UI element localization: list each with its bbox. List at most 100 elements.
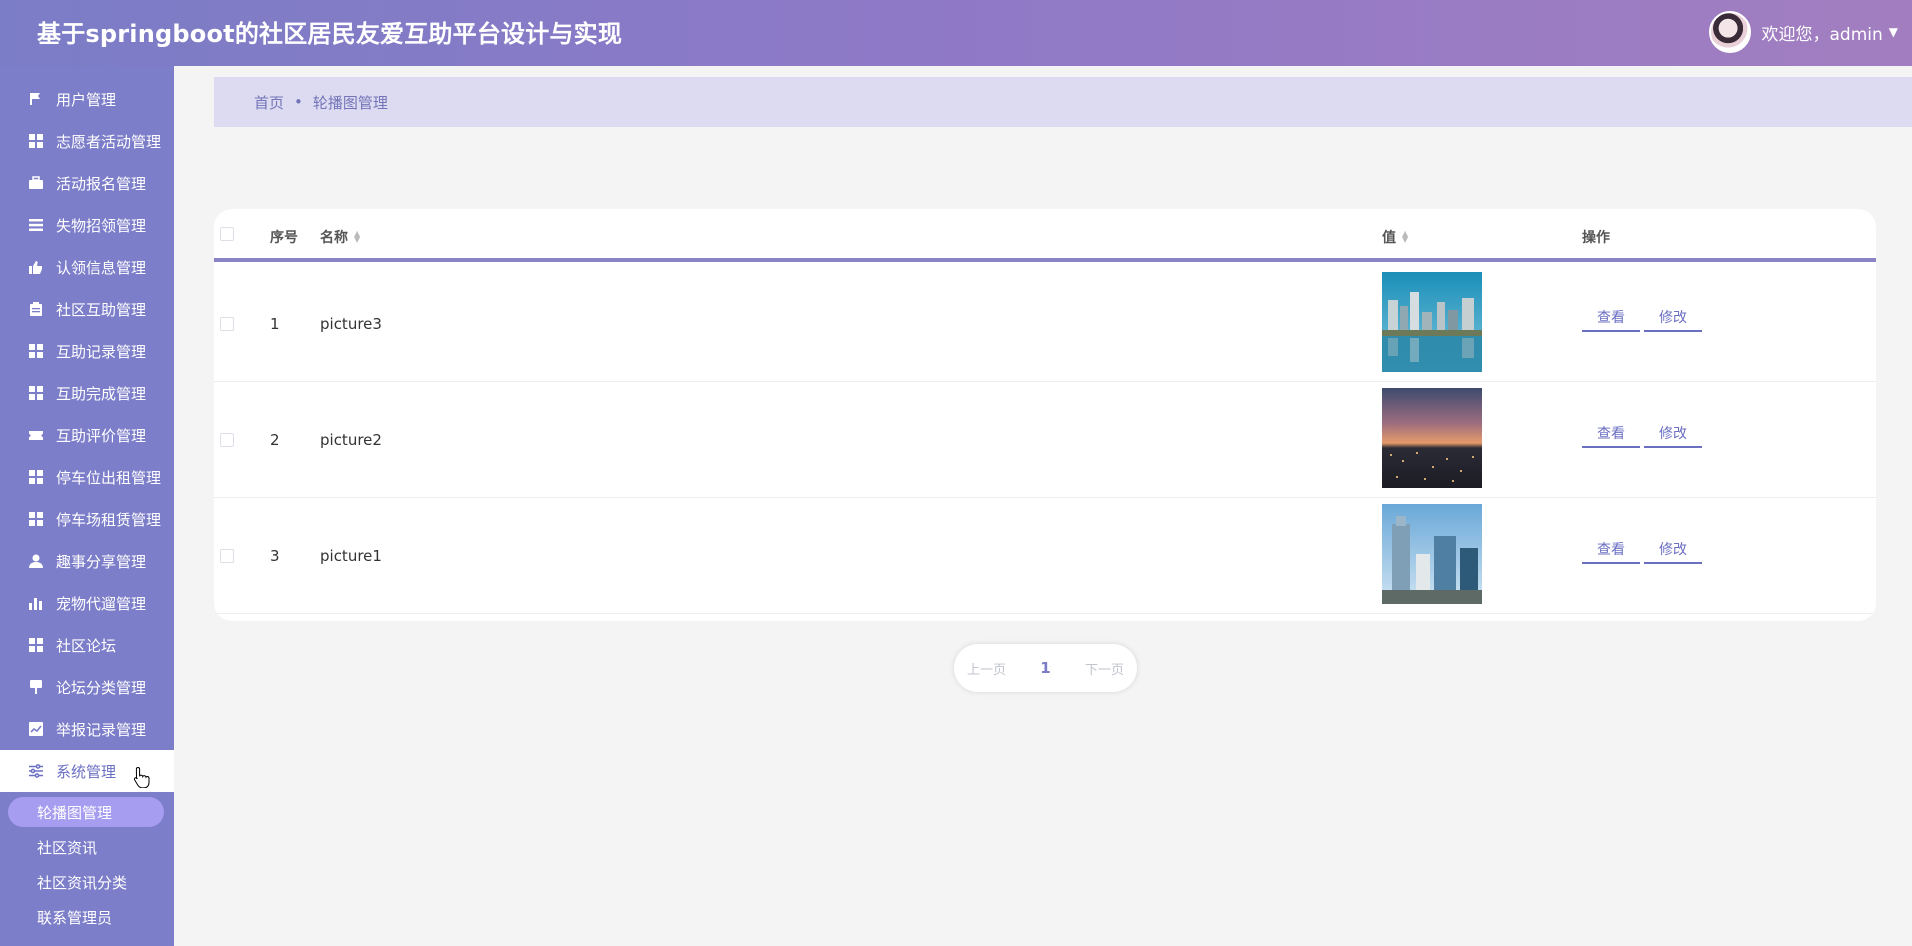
thumbs-up-icon — [28, 259, 44, 275]
column-index: 序号 — [270, 230, 298, 246]
sidebar-item-claim-info[interactable]: 认领信息管理 — [0, 246, 174, 288]
page-number-1[interactable]: 1 — [1040, 659, 1050, 677]
table-row: 1 picture3 查看 修改 — [214, 266, 1876, 382]
sidebar-item-parking-lease[interactable]: 停车场租赁管理 — [0, 498, 174, 540]
sidebar-item-label: 趣事分享管理 — [56, 552, 147, 571]
row-index: 2 — [270, 430, 280, 449]
breadcrumb: 首页 • 轮播图管理 — [214, 77, 1912, 127]
edit-button[interactable]: 修改 — [1644, 536, 1702, 564]
sidebar-subitem-news-category[interactable]: 社区资讯分类 — [8, 867, 164, 897]
bar-chart-icon — [28, 595, 44, 611]
sidebar-item-user[interactable]: 用户管理 — [0, 78, 174, 120]
sidebar: 用户管理 志愿者活动管理 活动报名管理 失物招领管理 认领信息管理 社区互助管理… — [0, 66, 174, 946]
sidebar-subitem-carousel[interactable]: 轮播图管理 — [8, 797, 164, 827]
clipboard-icon — [28, 301, 44, 317]
sidebar-item-label: 社区论坛 — [56, 636, 117, 655]
user-menu[interactable]: 欢迎您，admin ▼ — [1709, 10, 1898, 54]
sidebar-subitem-community-news[interactable]: 社区资讯 — [8, 832, 164, 862]
ticket-icon — [28, 427, 44, 443]
table-header: 序号 名称 ▲ ▼ 值 ▲ ▼ 操作 — [214, 209, 1876, 262]
trend-chart-icon — [28, 721, 44, 737]
edit-button[interactable]: 修改 — [1644, 420, 1702, 448]
sidebar-item-parking-rent-out[interactable]: 停车位出租管理 — [0, 456, 174, 498]
sidebar-item-label: 失物招领管理 — [56, 216, 147, 235]
sidebar-item-volunteer-activity[interactable]: 志愿者活动管理 — [0, 120, 174, 162]
row-name: picture1 — [320, 546, 382, 565]
row-index: 1 — [270, 314, 280, 333]
table-row: 2 picture2 查看 修改 — [214, 382, 1876, 498]
sidebar-item-help-complete[interactable]: 互助完成管理 — [0, 372, 174, 414]
avatar[interactable] — [1709, 11, 1752, 53]
grid-icon — [28, 511, 44, 527]
sidebar-item-label: 互助完成管理 — [56, 384, 147, 403]
sidebar-item-help-record[interactable]: 互助记录管理 — [0, 330, 174, 372]
sidebar-item-report-record[interactable]: 举报记录管理 — [0, 708, 174, 750]
next-page-button[interactable]: 下一页 — [1085, 659, 1124, 678]
sidebar-item-pet-walking[interactable]: 宠物代遛管理 — [0, 582, 174, 624]
sidebar-item-activity-signup[interactable]: 活动报名管理 — [0, 162, 174, 204]
sidebar-item-community-help[interactable]: 社区互助管理 — [0, 288, 174, 330]
edit-button[interactable]: 修改 — [1644, 304, 1702, 332]
sort-icon[interactable]: ▲ ▼ — [1402, 230, 1408, 244]
sidebar-item-label: 论坛分类管理 — [56, 678, 147, 697]
view-button[interactable]: 查看 — [1582, 304, 1640, 332]
grid-icon — [28, 343, 44, 359]
sidebar-item-label: 用户管理 — [56, 90, 117, 109]
sidebar-item-label: 互助评价管理 — [56, 426, 147, 445]
row-name: picture3 — [320, 314, 382, 333]
column-action: 操作 — [1582, 230, 1610, 246]
sidebar-item-label: 停车场租赁管理 — [56, 510, 162, 529]
grid-icon — [28, 385, 44, 401]
grid-icon — [28, 133, 44, 149]
sidebar-item-label: 志愿者活动管理 — [56, 132, 162, 151]
pagination: 上一页 1 下一页 — [954, 644, 1137, 692]
row-checkbox[interactable] — [220, 316, 234, 331]
breadcrumb-separator: • — [294, 93, 303, 111]
column-name[interactable]: 名称 ▲ ▼ — [320, 227, 360, 247]
user-icon — [28, 553, 44, 569]
prev-page-button[interactable]: 上一页 — [967, 659, 1006, 678]
grid-icon — [28, 637, 44, 653]
sidebar-item-label: 互助记录管理 — [56, 342, 147, 361]
caret-down-icon[interactable]: ▼ — [1889, 25, 1898, 39]
list-icon — [28, 217, 44, 233]
sort-icon[interactable]: ▲ ▼ — [354, 230, 360, 244]
sidebar-item-label: 认领信息管理 — [56, 258, 147, 277]
sidebar-item-forum[interactable]: 社区论坛 — [0, 624, 174, 666]
flag-icon — [28, 91, 44, 107]
city-sunset-photo[interactable] — [1382, 388, 1482, 488]
sidebar-item-label: 举报记录管理 — [56, 720, 147, 739]
city-waterfront-photo[interactable] — [1382, 272, 1482, 372]
sidebar-item-label: 停车位出租管理 — [56, 468, 162, 487]
select-all-checkbox[interactable] — [220, 227, 234, 241]
top-header: 基于springboot的社区居民友爱互助平台设计与实现 欢迎您，admin ▼ — [0, 0, 1912, 66]
row-checkbox[interactable] — [220, 548, 234, 563]
table-row: 3 picture1 查看 修改 — [214, 498, 1876, 614]
sidebar-item-label: 系统管理 — [56, 762, 117, 781]
view-button[interactable]: 查看 — [1582, 536, 1640, 564]
breadcrumb-current: 轮播图管理 — [312, 93, 388, 112]
view-button[interactable]: 查看 — [1582, 420, 1640, 448]
city-buildings-photo[interactable] — [1382, 504, 1482, 604]
column-value[interactable]: 值 ▲ ▼ — [1382, 227, 1408, 247]
sidebar-subitem-contact-admin[interactable]: 联系管理员 — [8, 902, 164, 932]
sidebar-item-help-review[interactable]: 互助评价管理 — [0, 414, 174, 456]
sidebar-item-forum-category[interactable]: 论坛分类管理 — [0, 666, 174, 708]
row-index: 3 — [270, 546, 280, 565]
sliders-icon — [28, 763, 44, 779]
breadcrumb-home[interactable]: 首页 — [254, 92, 284, 113]
sidebar-item-label: 宠物代遛管理 — [56, 594, 147, 613]
carousel-table: 序号 名称 ▲ ▼ 值 ▲ ▼ 操作 1 picture3 查看 修改 2 pi… — [214, 209, 1876, 621]
sign-icon — [28, 679, 44, 695]
welcome-text[interactable]: 欢迎您，admin — [1761, 20, 1882, 45]
grid-icon — [28, 469, 44, 485]
briefcase-icon — [28, 175, 44, 191]
hand-cursor-icon — [133, 766, 150, 788]
sidebar-item-label: 社区互助管理 — [56, 300, 147, 319]
row-name: picture2 — [320, 430, 382, 449]
row-checkbox[interactable] — [220, 432, 234, 447]
sidebar-item-label: 活动报名管理 — [56, 174, 147, 193]
sidebar-item-lost-found[interactable]: 失物招领管理 — [0, 204, 174, 246]
app-title: 基于springboot的社区居民友爱互助平台设计与实现 — [37, 20, 623, 48]
sidebar-item-fun-share[interactable]: 趣事分享管理 — [0, 540, 174, 582]
